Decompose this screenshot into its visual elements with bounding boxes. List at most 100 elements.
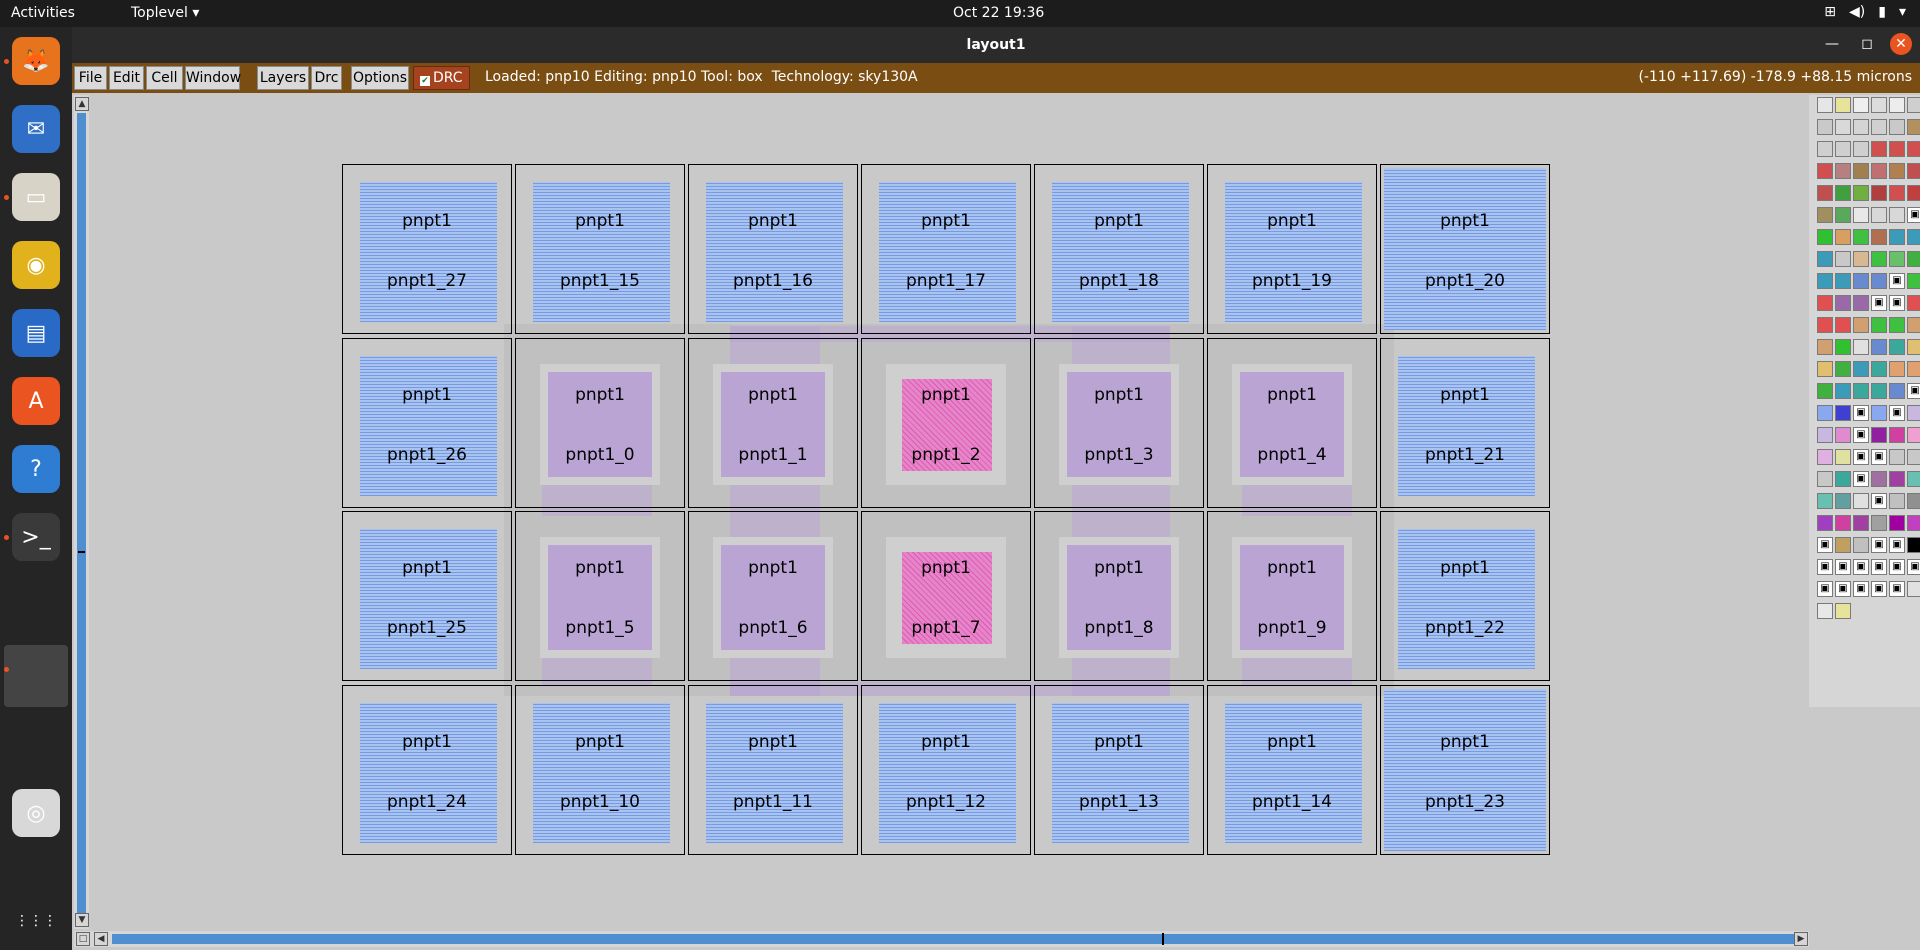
layer-swatch[interactable] — [1853, 493, 1869, 509]
layer-swatch[interactable] — [1853, 273, 1869, 289]
zoom-box-icon[interactable]: □ — [76, 932, 90, 946]
layer-swatch[interactable] — [1871, 515, 1887, 531]
layer-swatch[interactable] — [1889, 207, 1905, 223]
layer-swatch[interactable] — [1871, 97, 1887, 113]
layer-lock-icon[interactable]: ▣ — [1907, 207, 1920, 223]
layer-lock-icon[interactable]: ▣ — [1871, 559, 1887, 575]
horizontal-scroll-track[interactable] — [112, 934, 1794, 944]
cell-instance-pnpt1-9[interactable]: pnpt1 pnpt1_9 — [1207, 511, 1377, 681]
layer-lock-icon[interactable]: ▣ — [1889, 273, 1905, 289]
layer-lock-icon[interactable]: ▣ — [1817, 559, 1833, 575]
scroll-up-icon[interactable]: ▲ — [75, 97, 89, 111]
layer-swatch[interactable] — [1871, 361, 1887, 377]
layer-swatch[interactable] — [1835, 537, 1851, 553]
layer-swatch[interactable] — [1835, 471, 1851, 487]
terminal-icon[interactable]: >_ — [12, 513, 60, 561]
layer-lock-icon[interactable]: ▣ — [1853, 581, 1869, 597]
layer-lock-icon[interactable]: ▣ — [1853, 559, 1869, 575]
layer-swatch[interactable] — [1889, 427, 1905, 443]
layer-swatch[interactable] — [1889, 97, 1905, 113]
layer-swatch[interactable] — [1853, 515, 1869, 531]
layer-swatch[interactable] — [1817, 251, 1833, 267]
layer-swatch[interactable] — [1871, 207, 1887, 223]
layer-swatch[interactable] — [1907, 449, 1920, 465]
layer-swatch[interactable] — [1817, 471, 1833, 487]
cell-instance-pnpt1-11[interactable]: pnpt1 pnpt1_11 — [688, 685, 858, 855]
layer-swatch[interactable] — [1889, 119, 1905, 135]
layer-swatch[interactable] — [1835, 251, 1851, 267]
layer-lock-icon[interactable]: ▣ — [1817, 537, 1833, 553]
layer-swatch[interactable] — [1871, 273, 1887, 289]
show-apps-icon[interactable]: ⋮⋮⋮ — [12, 897, 60, 945]
layer-swatch[interactable] — [1817, 295, 1833, 311]
layer-swatch[interactable] — [1871, 471, 1887, 487]
layer-swatch[interactable] — [1853, 339, 1869, 355]
layer-swatch[interactable] — [1835, 295, 1851, 311]
layer-swatch[interactable] — [1817, 493, 1833, 509]
scroll-down-icon[interactable]: ▼ — [75, 913, 89, 927]
app-menu-button[interactable]: Toplevel ▾ — [131, 5, 199, 21]
layer-swatch[interactable] — [1907, 295, 1920, 311]
cell-instance-pnpt1-25[interactable]: pnpt1 pnpt1_25 — [342, 511, 512, 681]
layer-swatch[interactable] — [1835, 185, 1851, 201]
writer-icon[interactable]: ▤ — [12, 309, 60, 357]
cell-instance-pnpt1-19[interactable]: pnpt1 pnpt1_19 — [1207, 164, 1377, 334]
layer-swatch[interactable] — [1853, 207, 1869, 223]
layer-swatch[interactable] — [1853, 537, 1869, 553]
menu-file[interactable]: File — [74, 66, 107, 90]
menu-options[interactable]: Options — [351, 66, 409, 90]
layer-swatch[interactable] — [1871, 405, 1887, 421]
rhythmbox-icon[interactable]: ◉ — [12, 241, 60, 289]
system-tray[interactable]: ⊞ ◀) ▮ ▾ — [1824, 4, 1906, 20]
layer-swatch[interactable] — [1871, 339, 1887, 355]
layer-swatch[interactable] — [1817, 229, 1833, 245]
layer-swatch[interactable] — [1871, 119, 1887, 135]
layer-swatch[interactable] — [1817, 339, 1833, 355]
layer-swatch[interactable] — [1835, 383, 1851, 399]
activities-button[interactable]: Activities — [11, 5, 75, 21]
layer-lock-icon[interactable]: ▣ — [1871, 493, 1887, 509]
layer-swatch[interactable] — [1907, 273, 1920, 289]
layer-swatch[interactable] — [1817, 163, 1833, 179]
layer-swatch[interactable] — [1889, 493, 1905, 509]
cell-instance-pnpt1-6[interactable]: pnpt1 pnpt1_6 — [688, 511, 858, 681]
layer-swatch[interactable] — [1835, 163, 1851, 179]
layer-swatch[interactable] — [1817, 449, 1833, 465]
layer-swatch[interactable] — [1889, 229, 1905, 245]
cell-instance-pnpt1-18[interactable]: pnpt1 pnpt1_18 — [1034, 164, 1204, 334]
layer-swatch[interactable] — [1817, 383, 1833, 399]
layer-swatch[interactable] — [1835, 515, 1851, 531]
drc-toggle[interactable]: ✔ DRC — [413, 66, 470, 90]
layer-swatch[interactable] — [1835, 449, 1851, 465]
cell-instance-pnpt1-7[interactable]: pnpt1 pnpt1_7 — [861, 511, 1031, 681]
menu-edit[interactable]: Edit — [109, 66, 144, 90]
layer-swatch[interactable] — [1889, 317, 1905, 333]
cell-instance-pnpt1-2[interactable]: pnpt1 pnpt1_2 — [861, 338, 1031, 508]
layer-swatch[interactable] — [1853, 317, 1869, 333]
scroll-right-icon[interactable]: ▶ — [1794, 932, 1808, 946]
vertical-scroll-track[interactable] — [77, 113, 86, 913]
layer-swatch[interactable] — [1817, 317, 1833, 333]
layer-swatch[interactable] — [1835, 603, 1851, 619]
layer-swatch[interactable] — [1817, 141, 1833, 157]
horizontal-scrollbar[interactable]: □ ◀ ▶ — [74, 931, 1809, 947]
layer-swatch[interactable] — [1871, 251, 1887, 267]
cell-instance-pnpt1-3[interactable]: pnpt1 pnpt1_3 — [1034, 338, 1204, 508]
layer-swatch[interactable] — [1853, 383, 1869, 399]
layer-lock-icon[interactable]: ▣ — [1835, 559, 1851, 575]
layer-swatch[interactable] — [1835, 493, 1851, 509]
cell-instance-pnpt1-20[interactable]: pnpt1 pnpt1_20 — [1380, 164, 1550, 334]
layer-swatch[interactable] — [1907, 361, 1920, 377]
layer-swatch[interactable] — [1889, 515, 1905, 531]
cell-instance-pnpt1-21[interactable]: pnpt1 pnpt1_21 — [1380, 338, 1550, 508]
layer-swatch[interactable] — [1835, 361, 1851, 377]
layer-swatch[interactable] — [1817, 97, 1833, 113]
layer-lock-icon[interactable]: ▣ — [1889, 559, 1905, 575]
layer-lock-icon[interactable]: ▣ — [1853, 405, 1869, 421]
layer-swatch[interactable] — [1835, 317, 1851, 333]
layer-swatch[interactable] — [1817, 405, 1833, 421]
cell-instance-pnpt1-5[interactable]: pnpt1 pnpt1_5 — [515, 511, 685, 681]
files-icon[interactable]: ▭ — [12, 173, 60, 221]
layer-swatch[interactable] — [1871, 427, 1887, 443]
layer-swatch[interactable] — [1889, 471, 1905, 487]
